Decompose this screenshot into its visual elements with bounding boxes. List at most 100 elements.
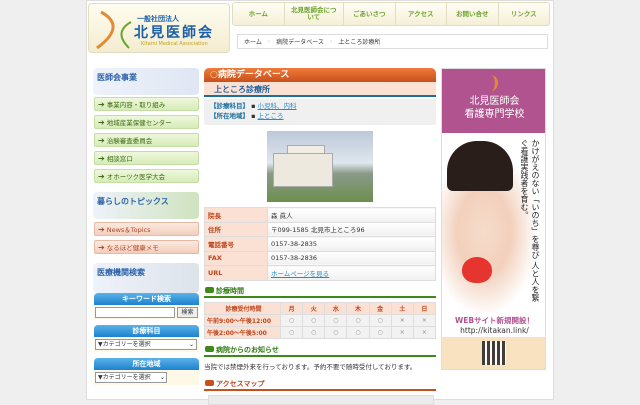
arrow-icon: ➔: [98, 117, 105, 127]
chevron-down-icon: ⌄: [159, 374, 165, 381]
cell: ○: [346, 326, 370, 339]
detail-value: 〒099-1585 北見市上ところ96: [267, 221, 436, 237]
main-nav: ホーム 北見医師会について ごあいさつ アクセス お問い合せ リンクス: [232, 2, 550, 26]
logo-title: 北見医師会: [134, 25, 214, 41]
dept-label: 診療科目: [94, 325, 199, 337]
notice-text: 当院では禁煙外来を行っております。予約不要で随時受付しております。: [204, 363, 417, 371]
arrow-icon: ➔: [98, 153, 105, 163]
sidebar-item-jigyo[interactable]: ➔ 事業内容・取り組み: [94, 97, 199, 111]
sidebar-item-label: 治験審査委員会: [106, 137, 153, 145]
nav-links[interactable]: リンクス: [499, 3, 550, 25]
dept-link[interactable]: 小児科、内科: [258, 102, 297, 110]
detail-key: 電話番号: [204, 236, 268, 252]
homepage-link[interactable]: ホームページを見る: [271, 270, 329, 278]
nav-home[interactable]: ホーム: [233, 3, 285, 25]
banner-photo-hair: [447, 141, 513, 191]
breadcrumb-separator: ›: [267, 38, 271, 45]
cell: ×: [412, 326, 437, 339]
header-cell: 金: [368, 302, 392, 315]
sidebar-item-news[interactable]: ➔ News＆Topics: [94, 222, 199, 236]
arrow-icon: ➔: [98, 224, 105, 234]
heart-icon: [462, 257, 492, 283]
clinic-details-table: 院長森 眞人 住所 〒099-1585 北見市上ところ96 電話番号 0157-38…: [204, 207, 436, 281]
table-header-row: 診療受付時間月火水木金土日: [204, 302, 437, 315]
cell: ×: [412, 314, 437, 327]
cell: ○: [324, 314, 348, 327]
area-link[interactable]: 上ところ: [258, 112, 284, 120]
keyword-search-label: キーワード検索: [94, 293, 199, 305]
sidebar-item-label: オホーツク医学大会: [106, 173, 166, 181]
logo[interactable]: 一般社団法人 北見医師会 Kitami Medical Association: [88, 3, 230, 53]
keyword-search-input[interactable]: [95, 307, 175, 318]
detail-value: 森 眞人: [267, 207, 436, 223]
access-map[interactable]: [208, 395, 434, 405]
sidebar-item-sangyo[interactable]: ➔ 地域産業保健センター: [94, 115, 199, 129]
table-row: URL ホームページを見る: [204, 265, 436, 281]
nursing-school-banner[interactable]: 北見医師会 看護専門学校 かけがえのない「いのち」を尊び 人と人を繋ぐ看護実践者を…: [441, 68, 546, 370]
hours-table: 診療受付時間月火水木金土日 午前9:00〜午後12:00 ○ ○ ○ ○ ○ × × 午後2:…: [204, 302, 437, 339]
sidebar-item-label: 相談窓口: [106, 155, 133, 163]
logo-english: Kitami Medical Association: [141, 41, 208, 47]
header-cell: 日: [412, 302, 437, 315]
cell: ○: [279, 326, 304, 339]
area-select[interactable]: ▼カテゴリーを選択 ⌄: [95, 372, 167, 383]
search-button[interactable]: 検索: [177, 307, 198, 318]
access-heading: アクセスマップ: [204, 378, 436, 391]
banner-web-notice: WEBサイト新規開設！: [454, 316, 535, 325]
area-label: 所在地域: [94, 358, 199, 370]
sidebar-item-memo[interactable]: ➔ なるほど健康メモ: [94, 240, 199, 254]
cell: ○: [368, 314, 392, 327]
hours-heading: 診療時間: [204, 285, 436, 298]
clinic-photo: [267, 131, 373, 202]
detail-value: 0157-38-2835: [267, 236, 436, 252]
banner-catchphrase: かけがえのない「いのち」を尊び 人と人を繋ぐ看護実践者を育む。: [520, 139, 540, 302]
sidebar-item-soudan[interactable]: ➔ 相談窓口: [94, 151, 199, 165]
cell: ○: [324, 326, 348, 339]
logo-mark-icon: [96, 10, 132, 50]
speech-bubble-icon: [205, 380, 214, 386]
sidebar-item-chiken[interactable]: ➔ 治験審査委員会: [94, 133, 199, 147]
time-cell: 午後2:00〜午後5:00: [204, 326, 281, 339]
detail-key: URL: [204, 265, 268, 281]
header-cell: 水: [324, 302, 348, 315]
notice-heading: 病院からのお知らせ: [204, 344, 436, 357]
dept-key: 【診療科目】: [210, 102, 249, 110]
table-row: 午後2:00〜午後5:00 ○ ○ ○ ○ ○ × ×: [204, 326, 437, 339]
access-heading-text: アクセスマップ: [216, 380, 265, 388]
dept-select-value: ▼カテゴリーを選択: [98, 341, 151, 348]
page-title: ○病院データベース: [204, 68, 436, 82]
detail-key: 院長: [204, 207, 268, 223]
table-row: 住所 〒099-1585 北見市上ところ96: [204, 221, 436, 237]
cell: ○: [302, 326, 326, 339]
breadcrumb-home[interactable]: ホーム: [244, 37, 262, 46]
sidebar-item-label: News＆Topics: [106, 226, 151, 234]
breadcrumb-database[interactable]: 病院データベース: [276, 37, 324, 46]
sidebar-heading-jigyo: 医師会事業: [93, 68, 199, 95]
notice-heading-text: 病院からのお知らせ: [216, 346, 279, 354]
header-cell: 木: [346, 302, 370, 315]
sidebar-item-taikai[interactable]: ➔ オホーツク医学大会: [94, 169, 199, 183]
cell: ○: [279, 314, 304, 327]
nav-access[interactable]: アクセス: [396, 3, 447, 25]
nav-greeting[interactable]: ごあいさつ: [344, 3, 396, 25]
nav-contact[interactable]: お問い合せ: [447, 3, 499, 25]
area-select-value: ▼カテゴリーを選択: [98, 374, 151, 381]
speech-bubble-icon: [205, 346, 214, 352]
nav-about[interactable]: 北見医師会について: [285, 3, 344, 25]
area-key: 【所在地域】: [210, 112, 249, 120]
sidebar-item-label: 事業内容・取り組み: [106, 101, 166, 109]
arrow-icon: ➔: [98, 99, 105, 109]
arrow-icon: ➔: [98, 171, 105, 181]
dept-select[interactable]: ▼カテゴリーを選択 ⌄: [95, 339, 197, 350]
speech-bubble-icon: [205, 287, 214, 293]
chevron-down-icon: ⌄: [188, 341, 194, 348]
banner-url[interactable]: http://kitakan.link/: [442, 326, 545, 335]
cell: ○: [346, 314, 370, 327]
detail-value: 0157-38-2836: [267, 250, 436, 266]
breadcrumb-current: 上ところ診療所: [338, 39, 381, 46]
clinic-info: 【診療科目】 ▪ 小児科、内科 【所在地域】 ▪ 上ところ: [204, 99, 436, 125]
arrow-icon: ➔: [98, 242, 105, 252]
breadcrumb: ホーム › 病院データベース › 上ところ診療所: [237, 34, 548, 49]
table-row: 電話番号 0157-38-2835: [204, 236, 436, 252]
header-cell: 火: [302, 302, 326, 315]
